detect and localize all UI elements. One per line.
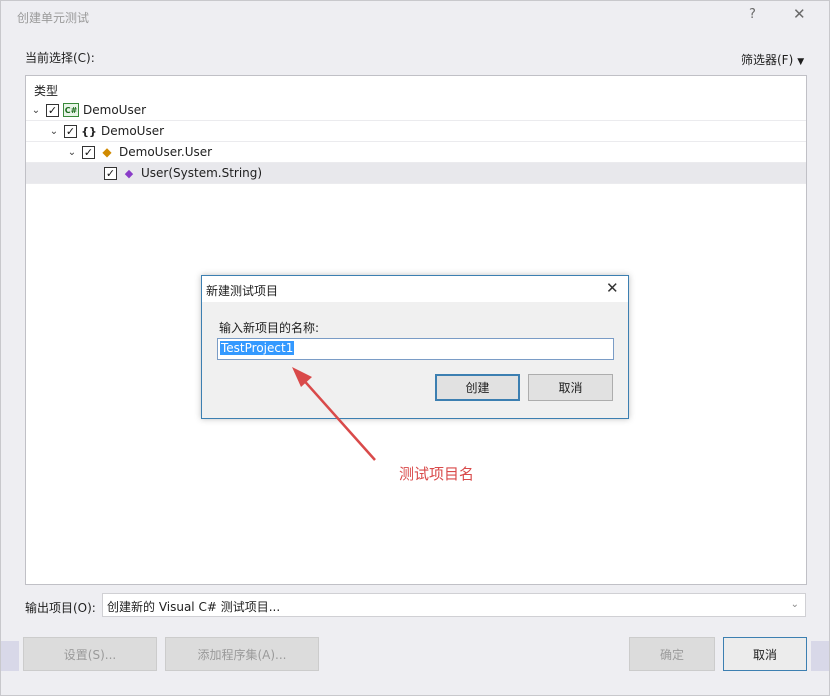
chevron-down-icon[interactable]: ⌄ xyxy=(30,105,42,116)
filter-button[interactable]: 筛选器(F) ▼ xyxy=(741,51,804,68)
project-name-value: TestProject1 xyxy=(220,341,295,355)
add-assembly-button[interactable]: 添加程序集(A)... xyxy=(165,637,319,671)
settings-button[interactable]: 设置(S)... xyxy=(23,637,157,671)
close-icon[interactable]: ✕ xyxy=(793,5,806,23)
dialog-titlebar: 新建测试项目 ✕ xyxy=(202,276,628,302)
output-project-label: 输出项目(O): xyxy=(25,601,96,615)
ok-button[interactable]: 确定 xyxy=(629,637,715,671)
tree-row-class[interactable]: ⌄ ✓ ◆ DemoUser.User xyxy=(26,142,806,163)
caret-down-icon: ▼ xyxy=(797,57,805,67)
cancel-button[interactable]: 取消 xyxy=(723,637,807,671)
help-icon[interactable]: ? xyxy=(749,7,756,22)
namespace-icon: {} xyxy=(81,124,97,138)
window-title: 创建单元测试 xyxy=(17,11,90,25)
method-icon: ◆ xyxy=(124,166,134,180)
window-titlebar: 创建单元测试 ? ✕ xyxy=(1,1,829,31)
output-project-value: 创建新的 Visual C# 测试项目... xyxy=(107,600,281,614)
output-project-select[interactable]: 创建新的 Visual C# 测试项目... ⌄ xyxy=(102,593,806,617)
close-icon[interactable]: ✕ xyxy=(606,279,619,297)
tree-row-label: DemoUser xyxy=(101,124,165,138)
chevron-down-icon[interactable]: ⌄ xyxy=(48,126,60,137)
tree-row-method[interactable]: ✓ ◆ User(System.String) xyxy=(26,163,806,184)
chevron-down-icon[interactable]: ⌄ xyxy=(791,599,799,610)
class-icon: ◆ xyxy=(102,145,112,159)
current-selection-label: 当前选择(C): xyxy=(25,51,95,65)
filter-label: 筛选器(F) xyxy=(741,53,794,67)
tree-row-label: User(System.String) xyxy=(141,166,263,180)
create-button[interactable]: 创建 xyxy=(435,374,520,401)
background-window-strip xyxy=(811,641,829,671)
tree-row-label: DemoUser xyxy=(83,103,147,117)
project-name-label: 输入新项目的名称: xyxy=(219,321,320,335)
background-window-strip xyxy=(1,641,19,671)
dialog-title: 新建测试项目 xyxy=(206,284,279,298)
new-test-project-dialog: 新建测试项目 ✕ 输入新项目的名称: TestProject1 创建 取消 xyxy=(201,275,629,419)
csharp-project-icon: C# xyxy=(63,103,79,117)
checkbox-checked[interactable]: ✓ xyxy=(46,103,59,117)
tree-row-project[interactable]: ⌄ ✓ C# DemoUser xyxy=(26,100,806,121)
checkbox-checked[interactable]: ✓ xyxy=(104,166,117,180)
tree-row-namespace[interactable]: ⌄ ✓ {} DemoUser xyxy=(26,121,806,142)
dialog-cancel-button[interactable]: 取消 xyxy=(528,374,613,401)
checkbox-checked[interactable]: ✓ xyxy=(64,124,77,138)
chevron-down-icon[interactable]: ⌄ xyxy=(66,147,78,158)
tree-header: 类型 xyxy=(34,84,59,98)
tree-row-label: DemoUser.User xyxy=(119,145,213,159)
annotation-text: 测试项目名 xyxy=(399,465,475,483)
project-name-input[interactable]: TestProject1 xyxy=(217,338,614,360)
checkbox-checked[interactable]: ✓ xyxy=(82,145,95,159)
